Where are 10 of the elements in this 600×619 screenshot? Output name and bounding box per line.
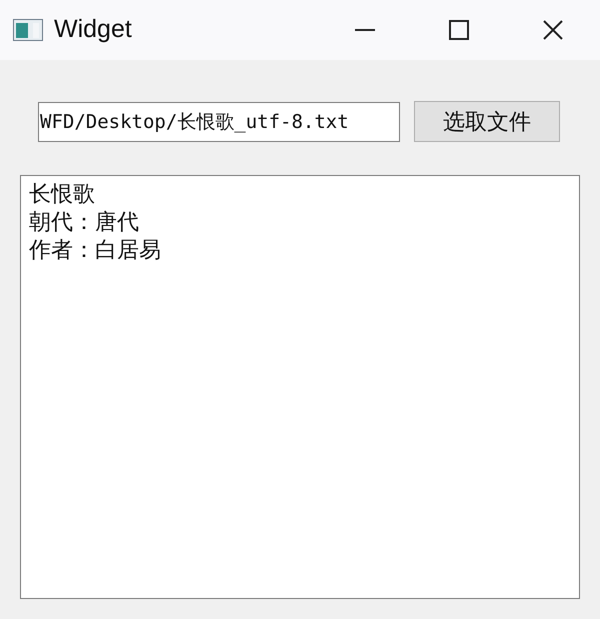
text-line: 作者：白居易: [29, 236, 161, 264]
close-icon[interactable]: [543, 20, 563, 40]
text-line: 长恨歌: [29, 180, 95, 208]
choose-file-button[interactable]: 选取文件: [414, 101, 560, 142]
text-line: 朝代：唐代: [29, 208, 139, 236]
maximize-icon[interactable]: [449, 20, 469, 40]
text-area[interactable]: 长恨歌 朝代：唐代 作者：白居易: [20, 175, 580, 599]
app-icon: [13, 19, 43, 41]
file-path-field[interactable]: WFD/Desktop/长恨歌_utf-8.txt: [38, 102, 400, 142]
window-title: Widget: [54, 14, 132, 46]
